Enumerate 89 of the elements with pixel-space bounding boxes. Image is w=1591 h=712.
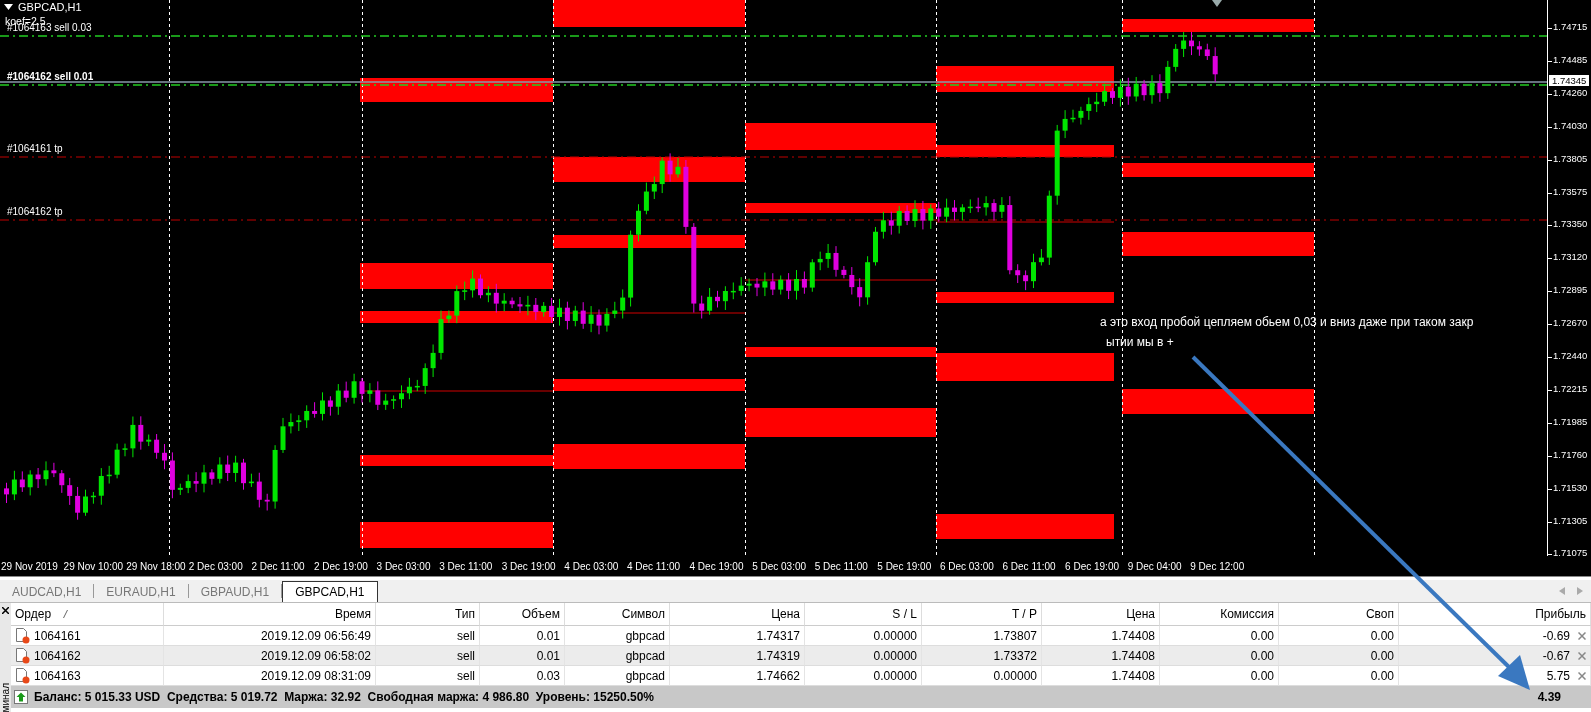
time-label: 6 Dec 19:00 <box>1064 560 1121 572</box>
table-cell: 1064163 <box>34 668 81 683</box>
time-label: 2 Dec 03:00 <box>187 560 244 572</box>
table-cell: 0.00000 <box>922 666 1042 686</box>
chart-tab[interactable]: GBPAUD,H1 <box>188 582 282 602</box>
table-cell: 1.74408 <box>1042 646 1160 666</box>
table-cell: 0.00000 <box>805 666 922 686</box>
table-cell: 2019.12.09 06:56:49 <box>164 626 376 646</box>
price-label: 1.73120 <box>1553 251 1588 263</box>
total-profit: 4.39 <box>1537 690 1561 704</box>
time-label: 29 Nov 2019 <box>0 560 59 572</box>
time-label: 4 Dec 03:00 <box>563 560 620 572</box>
table-cell: sell <box>376 646 480 666</box>
table-cell: gbpcad <box>565 626 670 646</box>
price-label: 1.71760 <box>1553 448 1588 460</box>
table-cell: 0.00 <box>1279 666 1399 686</box>
table-cell: -0.67 <box>1542 648 1570 663</box>
table-cell: 0.00000 <box>805 646 922 666</box>
price-label: 1.73350 <box>1553 218 1588 230</box>
table-cell: gbpcad <box>565 666 670 686</box>
price-label: 1.73805 <box>1553 152 1588 164</box>
table-cell: 1064162 <box>34 648 81 663</box>
price-label: 1.72895 <box>1553 284 1588 296</box>
table-cell: 1064161 <box>34 628 81 643</box>
time-label: 5 Dec 11:00 <box>813 560 869 572</box>
column-header[interactable]: Ордер <box>15 607 52 621</box>
time-label: 6 Dec 03:00 <box>938 560 995 572</box>
time-label: 9 Dec 04:00 <box>1126 560 1183 572</box>
price-label: 1.71985 <box>1553 415 1588 427</box>
annotation-text: а это вход пробой цепляем обьем 0,03 и вниз даже при таком закр <box>1100 315 1474 329</box>
chart-tab[interactable]: GBPCAD,H1 <box>282 581 378 602</box>
time-label: 3 Dec 03:00 <box>375 560 432 572</box>
chart-title: GBPCAD,H1 <box>18 1 82 13</box>
table-cell: 0.00 <box>1160 646 1279 666</box>
price-label: 1.72670 <box>1553 317 1588 329</box>
table-cell: 0.01 <box>480 626 565 646</box>
table-cell: 0.00000 <box>805 626 922 646</box>
price-label: 1.72215 <box>1553 382 1588 394</box>
table-cell: 0.03 <box>480 666 565 686</box>
order-label: #1064162 tp <box>7 206 63 217</box>
table-cell: 0.00 <box>1279 646 1399 666</box>
table-cell: 0.00 <box>1160 626 1279 646</box>
order-label: #1064161 tp <box>7 143 63 154</box>
price-label: 1.71530 <box>1553 481 1588 493</box>
time-label: 5 Dec 19:00 <box>876 560 933 572</box>
table-cell: 5.75 <box>1546 668 1570 683</box>
account-summary: Баланс: 5 015.33 USD Средства: 5 019.72 Маржа: 32.92 Свободная маржа: 4 986.80 Уровень: 15250.50% <box>34 690 655 704</box>
chart-tab[interactable]: EURAUD,H1 <box>94 582 188 602</box>
table-cell: 1.74408 <box>1042 626 1160 646</box>
price-label: 1.74485 <box>1553 53 1588 65</box>
price-label: 1.73575 <box>1553 185 1588 197</box>
table-cell: 1.73372 <box>922 646 1042 666</box>
terminal-label: минал <box>0 682 11 712</box>
current-price-label: 1.74345 <box>1549 75 1590 86</box>
table-cell: 2019.12.09 06:58:02 <box>164 646 376 666</box>
time-label: 4 Dec 19:00 <box>688 560 745 572</box>
table-cell: sell <box>376 666 480 686</box>
table-cell: sell <box>376 626 480 646</box>
time-label: 6 Dec 11:00 <box>1001 560 1057 572</box>
table-cell: 0.01 <box>480 646 565 666</box>
time-label: 4 Dec 11:00 <box>625 560 682 572</box>
annotation-text: ытии мы в + <box>1106 335 1174 349</box>
time-label: 29 Nov 10:00 <box>62 560 125 572</box>
order-label: #1064162 sell 0.01 <box>7 71 94 82</box>
price-label: 1.71305 <box>1553 514 1588 526</box>
order-label: #1064163 sell 0.03 <box>7 22 92 33</box>
table-cell: gbpcad <box>565 646 670 666</box>
table-cell: -0.69 <box>1542 628 1570 643</box>
time-label: 5 Dec 03:00 <box>751 560 808 572</box>
time-label: 2 Dec 11:00 <box>250 560 306 572</box>
time-label: 29 Nov 18:00 <box>125 560 187 572</box>
time-label: 3 Dec 19:00 <box>500 560 557 572</box>
chart-tab[interactable]: AUDCAD,H1 <box>0 582 94 602</box>
table-cell: 1.74319 <box>670 646 805 666</box>
price-label: 1.71075 <box>1553 547 1588 559</box>
table-cell: 0.00 <box>1279 626 1399 646</box>
table-cell: 2019.12.09 08:31:09 <box>164 666 376 686</box>
price-label: 1.74030 <box>1553 119 1588 131</box>
table-cell: 1.74408 <box>1042 666 1160 686</box>
table-cell: 1.74317 <box>670 626 805 646</box>
time-label: 3 Dec 11:00 <box>438 560 494 572</box>
price-label: 1.74260 <box>1553 86 1588 98</box>
time-label: 9 Dec 12:00 <box>1189 560 1246 572</box>
table-cell: 1.74662 <box>670 666 805 686</box>
table-cell: 1.73807 <box>922 626 1042 646</box>
price-label: 1.72440 <box>1553 350 1588 361</box>
table-cell: 0.00 <box>1160 666 1279 686</box>
price-label: 1.74715 <box>1553 21 1588 32</box>
time-label: 2 Dec 19:00 <box>312 560 369 572</box>
